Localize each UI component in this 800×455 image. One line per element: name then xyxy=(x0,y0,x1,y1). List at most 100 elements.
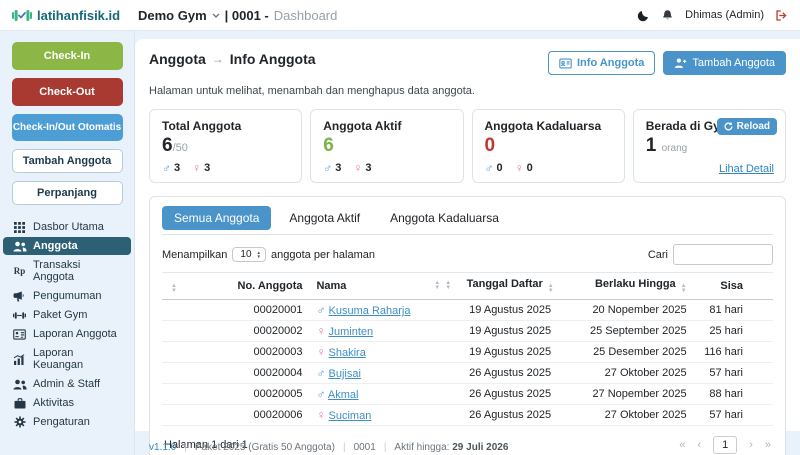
breadcrumb-section[interactable]: Anggota xyxy=(149,51,206,67)
member-number: 00020002 xyxy=(183,321,306,342)
col-tanggal-daftar[interactable]: Tanggal Daftar xyxy=(455,273,565,300)
col-berlaku-hingga[interactable]: Berlaku Hingga xyxy=(565,273,692,300)
rupiah-icon: Rp xyxy=(12,266,27,276)
id-card-icon xyxy=(559,58,572,69)
total-quota: /50 xyxy=(173,142,188,154)
chevron-down-icon[interactable] xyxy=(212,13,220,18)
female-count: 0 xyxy=(527,162,533,174)
days-left: 81 hari xyxy=(693,300,773,321)
member-number: 00020001 xyxy=(183,300,306,321)
member-name-link[interactable]: Bujisai xyxy=(329,368,361,380)
gym-titlebar: Demo Gym | 0001 - Dashboard xyxy=(138,8,337,23)
male-icon: ♂ xyxy=(485,161,494,175)
top-header: latihanfisik.id Demo Gym | 0001 - Dashbo… xyxy=(0,0,800,31)
pagesize-suffix: anggota per halaman xyxy=(271,249,375,261)
member-number: 00020005 xyxy=(183,384,306,405)
member-name-link[interactable]: Kusuma Raharja xyxy=(329,305,411,317)
member-name-link[interactable]: Shakira xyxy=(329,347,366,359)
logout-button[interactable] xyxy=(775,9,788,22)
member-name-cell: ♂ Bujisai xyxy=(306,363,455,384)
table-row: 00020003♀ Shakira19 Agustus 202525 Desem… xyxy=(162,342,773,363)
checkout-button[interactable]: Check-Out xyxy=(12,78,123,106)
renew-button[interactable]: Perpanjang xyxy=(12,181,123,205)
member-name-link[interactable]: Suciman xyxy=(329,410,372,422)
member-name-link[interactable]: Juminten xyxy=(329,326,374,338)
card-title: Total Anggota xyxy=(162,119,289,133)
female-icon: ♀ xyxy=(192,161,201,175)
brand[interactable]: latihanfisik.id xyxy=(12,8,138,23)
megaphone-icon xyxy=(12,291,27,302)
member-name-cell: ♀ Shakira xyxy=(306,342,455,363)
tambah-anggota-button[interactable]: Tambah Anggota xyxy=(663,51,786,75)
page-subtitle: Halaman untuk melihat, menambah dan meng… xyxy=(149,85,786,97)
info-anggota-label: Info Anggota xyxy=(577,57,644,69)
dumbbell-logo-icon xyxy=(12,9,32,22)
sidebar-item-admin-staff[interactable]: Admin & Staff xyxy=(3,375,131,393)
sidebar-item-anggota[interactable]: Anggota xyxy=(3,237,131,255)
col-no-anggota[interactable]: No. Anggota xyxy=(183,273,306,300)
tab-semua-anggota[interactable]: Semua Anggota xyxy=(162,206,271,230)
person-plus-icon xyxy=(674,57,687,69)
sidebar-item-aktivitas[interactable]: Aktivitas xyxy=(3,394,131,412)
table-controls: Menampilkan 10 anggota per halaman Cari xyxy=(162,244,773,265)
register-date: 19 Agustus 2025 xyxy=(455,342,565,363)
tab-anggota-kadaluarsa[interactable]: Anggota Kadaluarsa xyxy=(378,206,511,230)
female-icon: ♀ xyxy=(515,161,524,175)
female-count: 3 xyxy=(365,162,371,174)
valid-until-date: 27 Oktober 2025 xyxy=(565,405,692,426)
sort-icon xyxy=(548,284,554,294)
sidebar-item-laporan-anggota[interactable]: Laporan Anggota xyxy=(3,325,131,343)
register-date: 26 Agustus 2025 xyxy=(455,405,565,426)
lihat-detail-link[interactable]: Lihat Detail xyxy=(719,163,774,175)
dark-mode-toggle[interactable] xyxy=(637,9,650,22)
auto-checkinout-button[interactable]: Check-In/Out Otomatis xyxy=(12,114,123,141)
briefcase-icon xyxy=(12,398,27,409)
gym-name[interactable]: Demo Gym xyxy=(138,8,207,23)
card-title: Anggota Aktif xyxy=(323,119,450,133)
card-anggota-aktif: Anggota Aktif 6 ♂3 ♀3 xyxy=(310,109,463,183)
member-report-icon xyxy=(12,329,27,340)
checkin-button[interactable]: Check-In xyxy=(12,42,123,70)
sort-icon xyxy=(171,284,177,294)
valid-until-date: 27 Nopember 2025 xyxy=(565,384,692,405)
card-anggota-kadaluarsa: Anggota Kadaluarsa 0 ♂0 ♀0 xyxy=(472,109,625,183)
sidebar-item-dasbor-utama[interactable]: Dasbor Utama xyxy=(3,218,131,236)
register-date: 19 Agustus 2025 xyxy=(455,321,565,342)
admin-icon xyxy=(12,379,27,390)
col-sisa[interactable]: Sisa xyxy=(693,273,773,300)
card-title: Anggota Kadaluarsa xyxy=(485,119,612,133)
days-left: 116 hari xyxy=(693,342,773,363)
sort-icon xyxy=(434,281,440,291)
sidebar-item-pengumuman[interactable]: Pengumuman xyxy=(3,287,131,305)
page-title: Info Anggota xyxy=(230,51,316,67)
active-until: Aktif hingga: 29 Juli 2026 xyxy=(394,442,508,453)
sidebar-item-paket-gym[interactable]: Paket Gym xyxy=(3,306,131,324)
col-row-sort[interactable] xyxy=(162,273,183,300)
in-gym-count: 1 xyxy=(646,135,657,156)
days-left: 57 hari xyxy=(693,405,773,426)
notifications-button[interactable] xyxy=(661,9,674,22)
select-arrows-icon xyxy=(257,251,261,259)
sidebar-item-transaksi-anggota[interactable]: RpTransaksi Anggota xyxy=(3,256,131,286)
finance-report-icon xyxy=(12,354,27,365)
search-input[interactable] xyxy=(673,244,773,265)
col-nama[interactable]: Nama xyxy=(306,273,455,300)
user-label[interactable]: Dhimas (Admin) xyxy=(685,9,764,21)
content-panel: Anggota → Info Anggota Info Anggota Tamb… xyxy=(135,39,800,431)
reload-button[interactable]: Reload xyxy=(717,118,777,135)
tab-anggota-aktif[interactable]: Anggota Aktif xyxy=(277,206,372,230)
member-name-link[interactable]: Akmal xyxy=(328,389,359,401)
add-member-side-button[interactable]: Tambah Anggota xyxy=(12,149,123,173)
table-header-row: No. Anggota Nama Tanggal Daftar Berlaku … xyxy=(162,273,773,300)
version-link[interactable]: v1.1.0 xyxy=(149,442,176,453)
sidebar-item-pengaturan[interactable]: Pengaturan xyxy=(3,413,131,431)
info-anggota-button[interactable]: Info Anggota xyxy=(548,51,655,75)
register-date: 19 Agustus 2025 xyxy=(455,300,565,321)
users-icon xyxy=(12,241,27,252)
col-berlaku-hingga-label: Berlaku Hingga xyxy=(595,278,676,290)
member-name-cell: ♀ Juminten xyxy=(306,321,455,342)
pagesize-select[interactable]: 10 xyxy=(232,247,266,262)
member-number: 00020003 xyxy=(183,342,306,363)
sidebar-item-laporan-keuangan[interactable]: Laporan Keuangan xyxy=(3,344,131,374)
table-row: 00020002♀ Juminten19 Agustus 202525 Sept… xyxy=(162,321,773,342)
